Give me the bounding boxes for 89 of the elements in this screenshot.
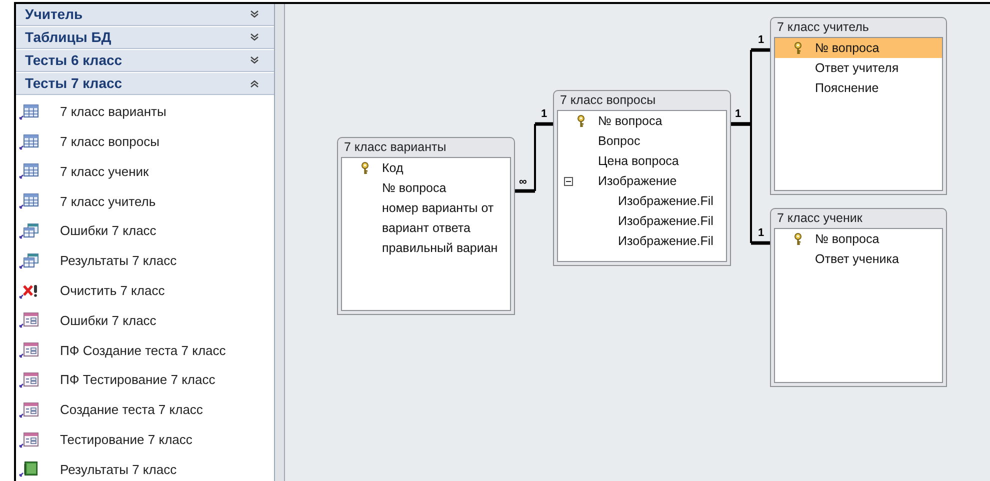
- field-name: Код: [382, 160, 404, 177]
- navigation-item[interactable]: 7 класс вопросы: [16, 126, 274, 157]
- group-header[interactable]: Тесты 7 класс: [16, 73, 274, 95]
- expand-icon[interactable]: [250, 56, 259, 65]
- cardinality-label: ∞: [519, 176, 527, 189]
- group-title: Тесты 6 класс: [25, 51, 122, 70]
- cardinality-label: 1: [541, 108, 548, 121]
- table-title: 7 класс варианты: [343, 139, 448, 156]
- cardinality-label: 1: [735, 108, 742, 121]
- key-icon: [794, 232, 804, 246]
- table-title: 7 класс вопросы: [559, 92, 657, 109]
- key-icon: [794, 42, 804, 54]
- field-name: Ответ ученика: [815, 250, 899, 268]
- field-row[interactable]: № вопроса: [775, 38, 942, 58]
- field-name: Изображение: [598, 172, 677, 190]
- item-label: Ошибки 7 класс: [60, 312, 156, 330]
- item-label: 7 класс вопросы: [60, 132, 160, 151]
- group-title: Учитель: [25, 5, 83, 24]
- navigation-item[interactable]: Тестирование 7 класс: [16, 424, 274, 455]
- navigation-item[interactable]: Ошибки 7 класс: [16, 306, 274, 336]
- navigation-item[interactable]: Создание теста 7 класс: [16, 394, 274, 425]
- field-name: № вопроса: [815, 40, 880, 57]
- key-icon: [361, 162, 371, 174]
- field-name: Пояснение: [815, 80, 879, 97]
- field-name: вариант ответа: [382, 220, 470, 237]
- table-icon: [19, 134, 39, 150]
- relationship-line[interactable]: [515, 122, 553, 193]
- field-name: Вопрос: [598, 132, 640, 150]
- relationship-line[interactable]: [731, 122, 770, 245]
- table-icon: [19, 163, 39, 180]
- navigation-item[interactable]: ПФ Создание теста 7 класс: [16, 335, 274, 366]
- group-header[interactable]: Таблицы БД: [16, 27, 274, 49]
- query-icon: [19, 223, 39, 240]
- query-icon: [19, 252, 39, 269]
- item-label: Создание теста 7 класс: [60, 401, 203, 420]
- cardinality-label: 1: [758, 227, 764, 240]
- form-icon: [19, 372, 39, 388]
- form-icon: [19, 342, 39, 358]
- form-icon: [19, 312, 39, 328]
- cardinality-label: 1: [758, 34, 764, 47]
- table-icon: [19, 104, 39, 120]
- field-name: № вопроса: [382, 180, 446, 197]
- field-name: № вопроса: [598, 112, 662, 130]
- group-header[interactable]: Тесты 6 класс: [16, 50, 274, 72]
- table-window[interactable]: 7 класс варианты Код № вопроса номер варианты от вариант ответа правильный вариан: [337, 137, 515, 315]
- delete-macro-icon: [19, 282, 39, 299]
- table-title: 7 класс учитель: [776, 19, 870, 36]
- collapse-box[interactable]: [564, 176, 573, 186]
- item-label: 7 класс варианты: [60, 103, 166, 122]
- item-label: Очистить 7 класс: [60, 282, 165, 300]
- table-window[interactable]: 7 класс ученик № вопроса Ответ ученика: [770, 208, 947, 387]
- field-name: номер варианты от: [382, 200, 494, 217]
- report-icon: [19, 461, 39, 478]
- collapse-icon[interactable]: [250, 79, 259, 88]
- field-name: Изображение.Fil: [617, 192, 714, 210]
- navigation-item[interactable]: ПФ Тестирование 7 класс: [16, 365, 274, 395]
- table-title: 7 класс ученик: [776, 210, 864, 227]
- item-label: Ошибки 7 класс: [60, 222, 156, 240]
- form-icon: [19, 432, 39, 448]
- item-label: Результаты 7 класс: [60, 460, 177, 479]
- navigation-item[interactable]: Результаты 7 класс: [16, 454, 274, 481]
- navigation-item[interactable]: 7 класс ученик: [16, 156, 274, 186]
- navigation-item[interactable]: Результаты 7 класс: [16, 246, 274, 276]
- key-icon: [577, 114, 587, 128]
- field-name: правильный вариан: [382, 240, 498, 257]
- item-label: ПФ Создание теста 7 класс: [60, 342, 226, 360]
- field-name: Цена вопроса: [598, 152, 679, 170]
- item-label: 7 класс ученик: [60, 162, 149, 181]
- field-name: Изображение.Fil: [617, 212, 714, 230]
- item-label: 7 класс учитель: [60, 192, 156, 211]
- item-label: Тестирование 7 класс: [60, 430, 192, 449]
- table-window[interactable]: 7 класс учитель № вопроса Ответ учителя Пояснение: [770, 17, 947, 195]
- expand-icon[interactable]: [250, 10, 259, 19]
- navigation-item[interactable]: Очистить 7 класс: [16, 276, 274, 306]
- group-header[interactable]: Учитель: [16, 4, 274, 26]
- group-title: Таблицы БД: [25, 28, 112, 47]
- field-name: Ответ учителя: [815, 60, 899, 77]
- item-label: Результаты 7 класс: [60, 252, 177, 270]
- navigation-item[interactable]: Ошибки 7 класс: [16, 216, 274, 246]
- group-title: Тесты 7 класс: [25, 74, 122, 93]
- navigation-item[interactable]: 7 класс учитель: [16, 186, 274, 216]
- table-window[interactable]: 7 класс вопросы № вопроса Вопрос Цена вопроса Изображение Изображение.Fil Изображение.Fil Изображение.Fil: [553, 90, 731, 266]
- field-name: Изображение.Fil: [617, 232, 714, 250]
- navigation-item[interactable]: 7 класс варианты: [16, 97, 274, 127]
- expand-icon[interactable]: [250, 33, 259, 42]
- form-icon: [19, 402, 39, 418]
- table-icon: [19, 193, 39, 210]
- field-name: № вопроса: [815, 230, 880, 248]
- item-label: ПФ Тестирование 7 класс: [60, 371, 216, 390]
